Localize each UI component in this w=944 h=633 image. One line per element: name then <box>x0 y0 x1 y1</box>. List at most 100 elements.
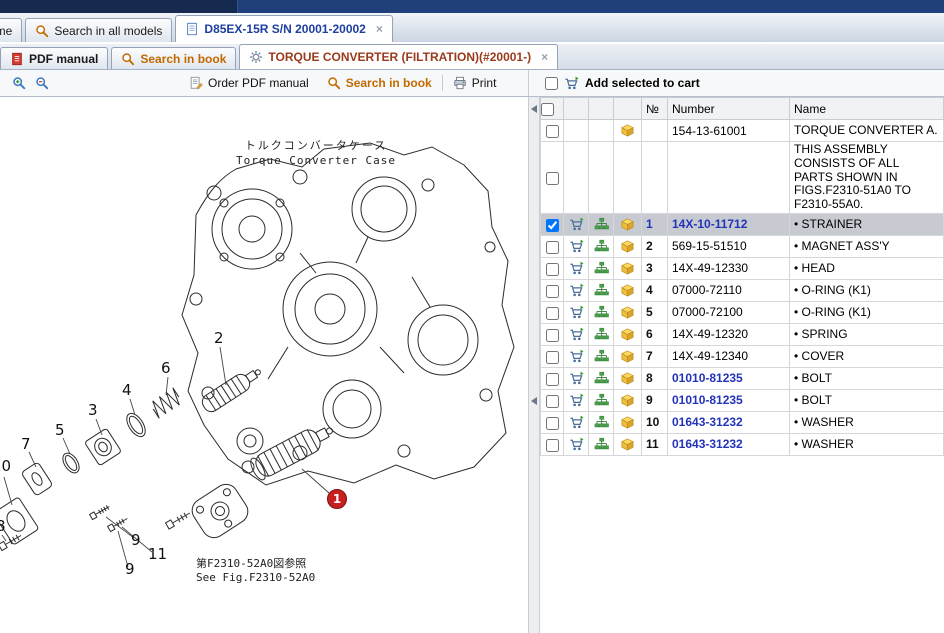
row-select-checkbox[interactable] <box>546 417 559 430</box>
hierarchy-icon[interactable] <box>594 393 609 408</box>
panel-splitter[interactable] <box>528 97 540 633</box>
part-number <box>668 142 790 214</box>
toolbar-left: Order PDF manual Search in book Print <box>0 70 528 96</box>
row-select-checkbox[interactable] <box>546 307 559 320</box>
col-header-no: № <box>642 98 668 120</box>
hierarchy-icon[interactable] <box>594 239 609 254</box>
add-to-cart-icon[interactable] <box>569 239 584 254</box>
add-to-cart-icon[interactable] <box>569 349 584 364</box>
part-ref-no <box>642 120 668 142</box>
tab-home[interactable]: ome <box>0 18 22 42</box>
part-name: • WASHER <box>790 433 944 455</box>
add-to-cart-icon[interactable] <box>569 437 584 452</box>
row-select-checkbox[interactable] <box>546 329 559 342</box>
search-in-book-button[interactable]: Search in book <box>327 76 432 90</box>
hierarchy-icon[interactable] <box>594 305 609 320</box>
parts-table: № Number Name 154-13-61001 TORQUE CONVER… <box>540 97 944 456</box>
figure-box-icon[interactable] <box>620 393 635 408</box>
table-row: 9 01010-81235 • BOLT <box>541 389 944 411</box>
row-select-checkbox[interactable] <box>546 172 559 185</box>
part-number: 14X-49-12340 <box>668 345 790 367</box>
part-number[interactable]: 01643-31232 <box>668 411 790 433</box>
table-row: THIS ASSEMBLY CONSISTS OF ALL PARTS SHOW… <box>541 142 944 214</box>
app-window: ome Search in all models D85EX-15R S/N 2… <box>0 0 944 633</box>
tab-figure[interactable]: TORQUE CONVERTER (FILTRATION)(#20001-) × <box>239 44 558 69</box>
order-pdf-manual-label: Order PDF manual <box>208 76 309 90</box>
add-to-cart-icon[interactable] <box>569 327 584 342</box>
add-to-cart-icon[interactable] <box>569 261 584 276</box>
figure-box-icon[interactable] <box>620 239 635 254</box>
figure-box-icon[interactable] <box>620 327 635 342</box>
tab-search-in-book[interactable]: Search in book <box>111 47 236 69</box>
add-to-cart-icon[interactable] <box>569 393 584 408</box>
row-select-checkbox[interactable] <box>546 219 559 232</box>
selected-part-badge[interactable]: 1 <box>328 490 347 509</box>
print-button[interactable]: Print <box>453 76 497 90</box>
cart-header: Add selected to cart <box>540 70 944 96</box>
zoom-in-icon[interactable] <box>12 76 26 90</box>
close-icon[interactable]: × <box>541 50 548 64</box>
figure-box-icon[interactable] <box>620 437 635 452</box>
tab-search-all-models[interactable]: Search in all models <box>25 18 172 42</box>
zoom-out-icon[interactable] <box>35 76 49 90</box>
part-number[interactable]: 01643-31232 <box>668 433 790 455</box>
callout-label: 8 <box>0 517 6 535</box>
tab-pdf-manual[interactable]: PDF manual <box>0 47 108 69</box>
hierarchy-icon[interactable] <box>594 327 609 342</box>
collapse-arrow-icon[interactable] <box>531 397 537 405</box>
hierarchy-icon[interactable] <box>594 217 609 232</box>
figure-box-icon[interactable] <box>620 261 635 276</box>
figure-box-icon[interactable] <box>620 217 635 232</box>
hierarchy-icon[interactable] <box>594 349 609 364</box>
part-number[interactable]: 01010-81235 <box>668 389 790 411</box>
figure-box-icon[interactable] <box>620 349 635 364</box>
figure-box-icon[interactable] <box>620 123 635 138</box>
part-number[interactable]: 01010-81235 <box>668 367 790 389</box>
hierarchy-icon[interactable] <box>594 415 609 430</box>
part-name: • BOLT <box>790 367 944 389</box>
part-name: • MAGNET ASS'Y <box>790 235 944 257</box>
row-select-checkbox[interactable] <box>546 395 559 408</box>
figure-box-icon[interactable] <box>620 305 635 320</box>
add-to-cart-icon[interactable] <box>569 305 584 320</box>
collapse-arrow-icon[interactable] <box>531 105 537 113</box>
figure-box-icon[interactable] <box>620 371 635 386</box>
callout-label: 2 <box>214 329 224 347</box>
row-select-checkbox[interactable] <box>546 241 559 254</box>
tab-model[interactable]: D85EX-15R S/N 20001-20002 × <box>175 15 392 42</box>
table-row: 8 01010-81235 • BOLT <box>541 367 944 389</box>
hierarchy-icon[interactable] <box>594 261 609 276</box>
row-select-checkbox[interactable] <box>546 263 559 276</box>
add-selected-label: Add selected to cart <box>585 76 700 90</box>
printer-icon <box>453 76 467 90</box>
add-selected-checkbox[interactable] <box>545 77 558 90</box>
tab-pdf-manual-label: PDF manual <box>29 52 98 66</box>
row-select-checkbox[interactable] <box>546 439 559 452</box>
hierarchy-icon[interactable] <box>594 371 609 386</box>
row-select-checkbox[interactable] <box>546 373 559 386</box>
order-pdf-manual-button[interactable]: Order PDF manual <box>189 76 309 90</box>
figure-box-icon[interactable] <box>620 283 635 298</box>
part-number[interactable]: 14X-10-11712 <box>668 213 790 235</box>
toolbar-divider <box>528 70 540 96</box>
add-to-cart-icon[interactable] <box>569 283 584 298</box>
hierarchy-icon[interactable] <box>594 283 609 298</box>
callout-label: 11 <box>148 545 167 563</box>
row-select-checkbox[interactable] <box>546 285 559 298</box>
row-select-checkbox[interactable] <box>546 125 559 138</box>
add-to-cart-icon[interactable] <box>569 217 584 232</box>
figure-box-icon[interactable] <box>620 415 635 430</box>
close-icon[interactable]: × <box>376 22 383 36</box>
callout-label: 4 <box>122 381 132 399</box>
hierarchy-icon[interactable] <box>594 437 609 452</box>
part-name: THIS ASSEMBLY CONSISTS OF ALL PARTS SHOW… <box>790 142 944 214</box>
select-all-checkbox[interactable] <box>541 103 554 116</box>
add-to-cart-icon[interactable] <box>569 371 584 386</box>
row-select-checkbox[interactable] <box>546 351 559 364</box>
callout-label: 9 <box>125 560 135 578</box>
part-ref-no: 9 <box>642 389 668 411</box>
tab-search-in-book-label: Search in book <box>140 52 226 66</box>
search-in-book-label: Search in book <box>346 76 432 90</box>
title-bar-segment <box>0 0 238 13</box>
add-to-cart-icon[interactable] <box>569 415 584 430</box>
